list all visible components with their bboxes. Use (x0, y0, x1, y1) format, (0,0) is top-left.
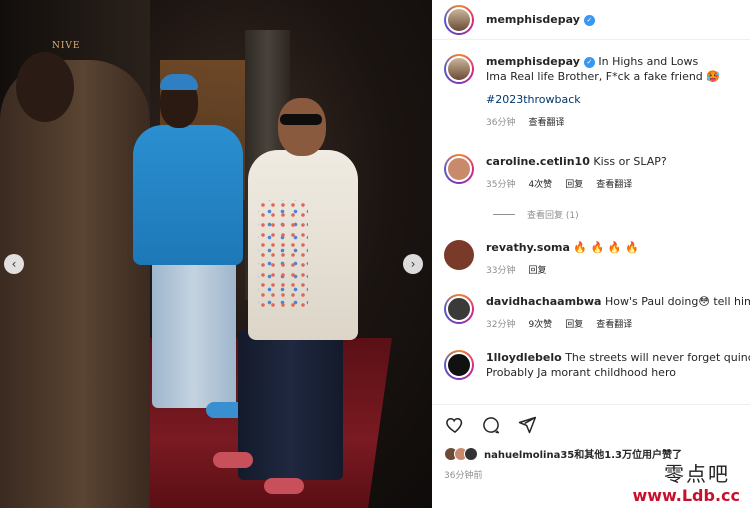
photo-person-middle-jeans (152, 258, 236, 408)
post-actions (432, 404, 750, 444)
watermark-url: www.Ldb.cc (632, 486, 740, 505)
comment-translate-button[interactable]: 查看翻译 (596, 317, 632, 330)
comment-item: caroline.cetlin10 Kiss or SLAP? 35分钟 4次赞… (444, 154, 750, 190)
comment-item: davidhachaambwa How's Paul doing😳 tell h… (444, 294, 750, 330)
caption-translate-button[interactable]: 查看翻译 (528, 115, 564, 128)
commenter-avatar[interactable] (444, 350, 474, 380)
comment-text: The streets will never forget quincy p (565, 351, 750, 364)
comment-reply-button[interactable]: 回复 (565, 177, 583, 190)
comment-reply-button[interactable]: 回复 (565, 317, 583, 330)
caption-hashtag[interactable]: #2023throwback (486, 92, 720, 107)
comment-button[interactable] (480, 414, 502, 436)
post-date: 36分钟前 (444, 471, 483, 481)
watermark-text: 零点吧 (664, 462, 730, 486)
photo-shoe (264, 478, 304, 494)
likes-text: nahuelmolina35和其他1.3万位用户赞了 (484, 450, 682, 461)
share-button[interactable] (516, 414, 538, 436)
author-avatar[interactable] (444, 4, 474, 35)
commenter-avatar[interactable] (444, 154, 474, 184)
view-replies-label: 查看回复 (1) (527, 211, 579, 221)
caption-text-line2: Ima Real life Brother, F*ck a fake frien… (486, 70, 720, 83)
carousel-prev-button[interactable]: ‹ (4, 254, 24, 274)
author-avatar[interactable] (444, 54, 474, 84)
comment-text-line2: Probably Ja morant childhood hero (486, 366, 676, 379)
photo-person-middle-cap (160, 74, 198, 90)
comments-list: memphisdepay ✓ In Highs and Lows Ima Real… (432, 48, 750, 400)
verified-badge-icon: ✓ (583, 14, 595, 26)
comment-reply-button[interactable]: 回复 (528, 263, 546, 276)
verified-badge-icon: ✓ (583, 56, 595, 68)
photo-person-right-head (278, 98, 326, 156)
comment-username[interactable]: 1lloydlebelo (486, 351, 562, 364)
comment-username[interactable]: revathy.soma (486, 241, 570, 254)
like-button[interactable] (444, 414, 466, 436)
caption-text-line1: In Highs and Lows (598, 55, 699, 68)
chevron-right-icon: › (410, 257, 416, 271)
comment-icon (483, 416, 500, 433)
photo-person-middle (133, 125, 243, 265)
photo-sunglasses (280, 114, 322, 125)
comment-time: 33分钟 (486, 266, 516, 276)
comment-likes[interactable]: 9次赞 (528, 317, 552, 330)
likes-summary[interactable]: nahuelmolina35和其他1.3万位用户赞了 (444, 446, 682, 461)
share-icon (518, 416, 537, 433)
liker-avatar (464, 446, 478, 461)
comment-text: How's Paul doing😳 tell him w (604, 295, 750, 308)
photo-sign-text: NIVE (52, 41, 81, 51)
author-username[interactable]: memphisdepay ✓ (486, 13, 595, 26)
photo-person-left (0, 60, 150, 508)
post-header: memphisdepay ✓ (432, 0, 750, 40)
caption-username[interactable]: memphisdepay (486, 55, 580, 68)
comment-item: 1lloydlebelo The streets will never forg… (444, 350, 750, 380)
view-replies-button[interactable]: 查看回复 (1) (493, 208, 579, 221)
caption: memphisdepay ✓ In Highs and Lows Ima Real… (444, 54, 750, 128)
replies-divider (493, 214, 515, 215)
post-detail-panel: memphisdepay ✓ memphisdepay ✓ In Highs and… (432, 0, 750, 508)
comment-username[interactable]: davidhachaambwa (486, 295, 601, 308)
photo-shirt-pattern (258, 200, 308, 310)
comment-username[interactable]: caroline.cetlin10 (486, 155, 590, 168)
comment-time: 32分钟 (486, 320, 516, 330)
comment-item: revathy.soma 🔥 🔥 🔥 🔥 33分钟 回复 (444, 240, 750, 276)
carousel-next-button[interactable]: › (403, 254, 423, 274)
comment-translate-button[interactable]: 查看翻译 (596, 177, 632, 190)
commenter-avatar[interactable] (444, 240, 474, 270)
post-photo: NIVE ‹ › (0, 0, 432, 508)
comment-text: 🔥 🔥 🔥 🔥 (573, 241, 639, 254)
comment-time: 35分钟 (486, 180, 516, 190)
comment-likes[interactable]: 4次赞 (528, 177, 552, 190)
commenter-avatar[interactable] (444, 294, 474, 324)
photo-shoe (213, 452, 253, 468)
photo-person-right-pants (238, 330, 343, 480)
comment-text: Kiss or SLAP? (593, 155, 667, 168)
photo-person-left-head (16, 52, 74, 122)
chevron-left-icon: ‹ (11, 257, 17, 271)
heart-icon (446, 417, 463, 433)
caption-time: 36分钟 (486, 118, 516, 128)
